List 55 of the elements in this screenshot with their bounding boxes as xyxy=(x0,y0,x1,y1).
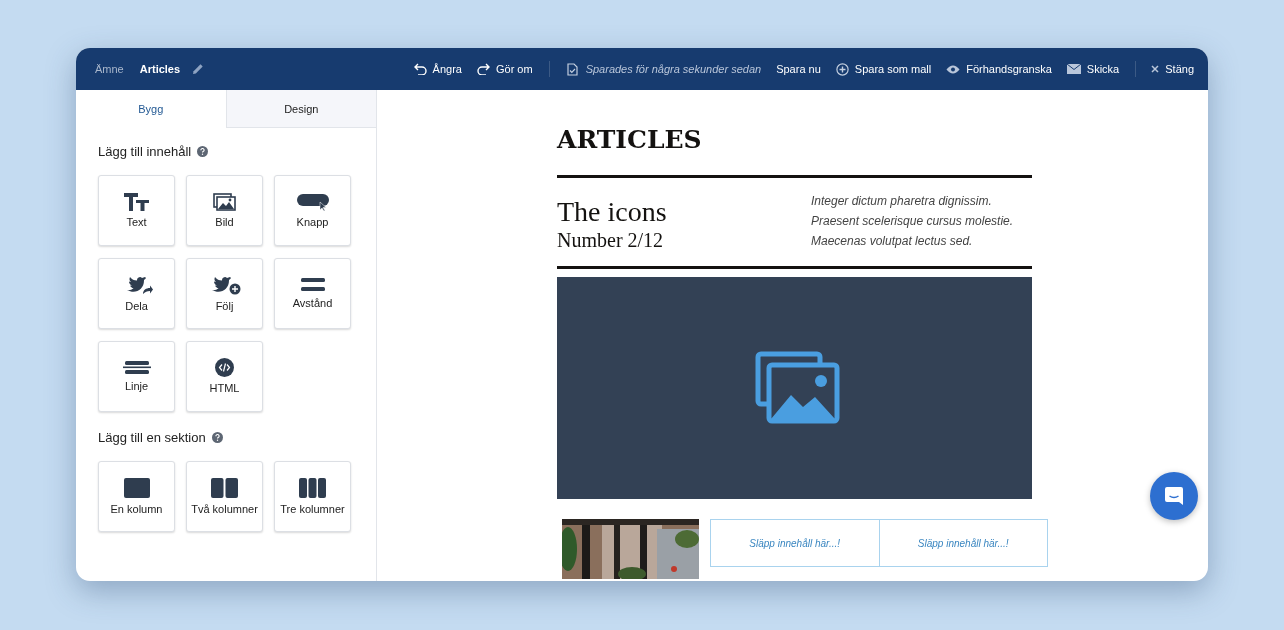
intro-text-line: Praesent scelerisque cursus molestie. xyxy=(811,213,1014,230)
issue-number: Number 2/12 xyxy=(557,228,665,252)
section-title: Lägg till en sektion xyxy=(98,430,206,445)
image-icon xyxy=(754,351,841,425)
newsletter-heading: ARTICLES xyxy=(557,124,703,156)
help-icon[interactable] xyxy=(211,432,223,443)
preview-button[interactable]: Förhandsgranska xyxy=(946,63,1052,75)
save-now-button[interactable]: Spara nu xyxy=(776,63,821,75)
document-check-icon xyxy=(566,62,578,76)
close-icon xyxy=(1151,65,1160,73)
undo-button[interactable]: Ångra xyxy=(413,63,462,75)
content-block-tile[interactable]: Tre kolumner xyxy=(274,461,351,532)
article-title: The icons xyxy=(557,196,668,228)
button-pointer-icon xyxy=(295,192,330,211)
close-button[interactable]: Stäng xyxy=(1151,63,1194,75)
equals-icon xyxy=(300,277,325,292)
content-block-tile[interactable]: Bild xyxy=(186,175,263,246)
content-block-tile[interactable]: Avstånd xyxy=(274,258,351,329)
eye-icon xyxy=(946,64,961,74)
undo-icon xyxy=(413,63,427,75)
content-block-tile[interactable]: HTML xyxy=(186,341,263,412)
redo-icon xyxy=(476,63,490,75)
send-button[interactable]: Skicka xyxy=(1066,63,1120,75)
content-block-tile[interactable]: Text xyxy=(98,175,175,246)
help-icon[interactable] xyxy=(197,146,209,157)
plus-circle-icon xyxy=(835,62,849,76)
chat-button[interactable] xyxy=(1150,472,1198,520)
redo-button[interactable]: Gör om xyxy=(476,63,533,75)
text-size-icon xyxy=(124,192,149,211)
image-icon xyxy=(213,192,236,211)
two-columns-icon xyxy=(211,477,238,498)
one-column-icon xyxy=(123,477,150,498)
content-block-tile[interactable]: En kolumn xyxy=(98,461,175,532)
section-title: Lägg till innehåll xyxy=(98,144,192,159)
document-title: Articles xyxy=(139,63,181,75)
drop-zone[interactable]: Släpp innehåll här...! xyxy=(710,519,880,567)
content-block-tile[interactable]: Linje xyxy=(98,341,175,412)
pencil-icon[interactable] xyxy=(192,63,205,75)
chat-icon xyxy=(1164,486,1184,506)
breadcrumb-link[interactable]: Ämne xyxy=(95,63,124,75)
template-button[interactable]: Spara som mall xyxy=(835,62,932,76)
sidebar-tab[interactable]: Design xyxy=(225,90,376,128)
content-block-tile[interactable]: Följ xyxy=(186,258,263,329)
content-block-tile[interactable]: Två kolumner xyxy=(186,461,263,532)
code-icon xyxy=(215,358,234,378)
three-columns-icon xyxy=(299,477,326,498)
envelope-icon xyxy=(1066,64,1081,74)
drop-zone[interactable]: Släpp innehåll här...! xyxy=(879,519,1048,567)
content-block-tile[interactable]: Knapp xyxy=(274,175,351,246)
intro-text-line: Integer dictum pharetra dignissim. xyxy=(811,193,993,210)
save-status: Sparades för några sekunder sedan xyxy=(585,63,762,75)
intro-text-line: Maecenas volutpat lectus sed. xyxy=(811,233,974,250)
line-icon xyxy=(122,360,151,375)
image-placeholder[interactable] xyxy=(557,277,1032,499)
content-block-tile[interactable]: Dela xyxy=(98,258,175,329)
